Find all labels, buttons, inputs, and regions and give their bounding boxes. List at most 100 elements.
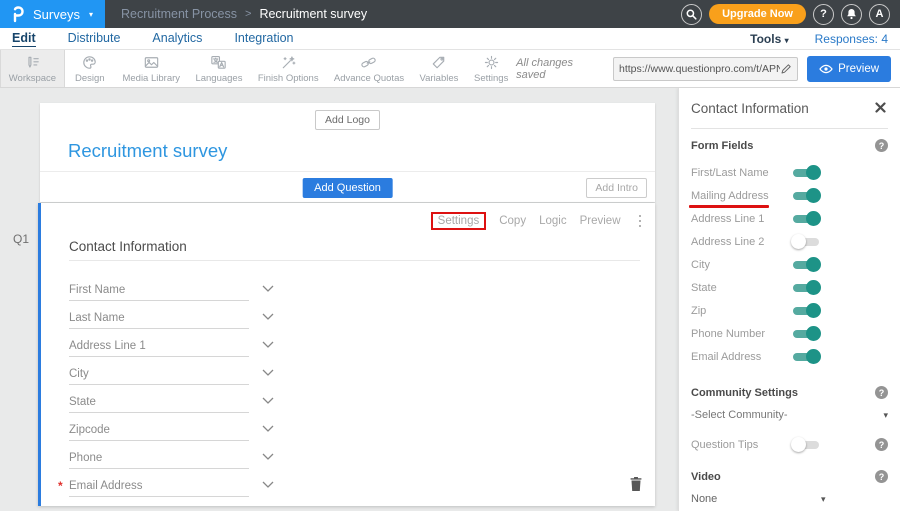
- product-menu-label: Surveys: [33, 7, 80, 22]
- toggle-row-city: City: [691, 253, 888, 276]
- search-icon: [686, 9, 697, 20]
- toolbar-item-variables[interactable]: Variables: [412, 50, 466, 87]
- video-select[interactable]: None ▾: [691, 493, 888, 505]
- chevron-down-icon[interactable]: [262, 425, 274, 432]
- toggle-zip[interactable]: [791, 303, 821, 318]
- question-title[interactable]: Contact Information: [69, 239, 187, 254]
- edit-url-pencil-icon[interactable]: [780, 63, 792, 75]
- field-row-address-line-1[interactable]: Address Line 1: [69, 336, 249, 357]
- top-bar: Surveys ▾ Recruitment Process > Recruitm…: [0, 0, 900, 28]
- divider: [691, 128, 888, 129]
- languages-icon: [209, 53, 228, 72]
- product-menu[interactable]: Surveys ▾: [0, 0, 105, 28]
- settings-panel: Contact Information Form Fields ? First/…: [678, 88, 900, 511]
- toggle-first-last-name[interactable]: [791, 165, 821, 180]
- help-icon[interactable]: ?: [875, 386, 888, 399]
- help-icon[interactable]: ?: [875, 470, 888, 483]
- field-row-email-address[interactable]: * Email Address: [69, 476, 249, 497]
- tab-edit[interactable]: Edit: [12, 31, 36, 47]
- toggle-address-line-2[interactable]: [791, 234, 821, 249]
- survey-url-input[interactable]: [619, 63, 780, 75]
- avatar[interactable]: A: [869, 4, 890, 25]
- chevron-down-icon[interactable]: [262, 341, 274, 348]
- question-copy-button[interactable]: Copy: [499, 215, 526, 227]
- chevron-down-icon[interactable]: [262, 369, 274, 376]
- tab-integration[interactable]: Integration: [234, 31, 293, 46]
- breadcrumb-current: Recruitment survey: [259, 7, 367, 21]
- kebab-menu-icon[interactable]: [637, 213, 644, 230]
- toolbar-item-workspace[interactable]: Workspace: [0, 50, 65, 87]
- notifications-button[interactable]: [841, 4, 862, 25]
- chevron-down-icon[interactable]: [262, 313, 274, 320]
- add-intro-button[interactable]: Add Intro: [586, 178, 647, 198]
- chevron-down-icon[interactable]: [262, 481, 274, 488]
- chevron-down-icon[interactable]: [262, 285, 274, 292]
- question-settings-button[interactable]: Settings: [431, 212, 487, 230]
- field-row-last-name[interactable]: Last Name: [69, 308, 249, 329]
- question-preview-button[interactable]: Preview: [580, 215, 621, 227]
- toggle-city[interactable]: [791, 257, 821, 272]
- add-logo-button[interactable]: Add Logo: [315, 110, 380, 130]
- close-icon: [875, 102, 886, 113]
- toggle-row-address-line-1: Address Line 1: [691, 207, 888, 230]
- add-question-button[interactable]: Add Question: [302, 178, 393, 198]
- preview-button[interactable]: Preview: [807, 56, 891, 82]
- help-icon[interactable]: ?: [875, 139, 888, 152]
- toolbar-item-finish-options[interactable]: Finish Options: [250, 50, 326, 87]
- variables-icon: [429, 53, 448, 72]
- toggle-row-phone-number: Phone Number: [691, 322, 888, 345]
- toggle-row-zip: Zip: [691, 299, 888, 322]
- survey-nav: Edit Distribute Analytics Integration To…: [0, 28, 900, 50]
- chevron-down-icon[interactable]: [262, 453, 274, 460]
- upgrade-now-button[interactable]: Upgrade Now: [709, 4, 806, 24]
- chevron-down-icon[interactable]: [262, 397, 274, 404]
- field-row-city[interactable]: City: [69, 364, 249, 385]
- toggle-email-address[interactable]: [791, 349, 821, 364]
- survey-title[interactable]: Recruitment survey: [68, 140, 655, 162]
- search-button[interactable]: [681, 4, 702, 25]
- question-logic-button[interactable]: Logic: [539, 215, 567, 227]
- help-button[interactable]: ?: [813, 4, 834, 25]
- caret-down-icon: ▾: [883, 410, 888, 421]
- toolbar-item-settings[interactable]: Settings: [466, 50, 516, 87]
- toolbar-item-languages[interactable]: Languages: [188, 50, 251, 87]
- toggle-row-address-line-2: Address Line 2: [691, 230, 888, 253]
- toolbar-item-design[interactable]: Design: [65, 50, 115, 87]
- tab-analytics[interactable]: Analytics: [152, 31, 202, 46]
- field-row-state[interactable]: State: [69, 392, 249, 413]
- toggle-question-tips[interactable]: [791, 437, 821, 452]
- help-icon[interactable]: ?: [875, 438, 888, 451]
- survey-url-box: [613, 57, 798, 81]
- chevron-down-icon: ▾: [785, 36, 789, 45]
- tab-distribute[interactable]: Distribute: [68, 31, 121, 46]
- field-row-phone[interactable]: Phone: [69, 448, 249, 469]
- toggle-row-question-tips: Question Tips ?: [691, 433, 888, 456]
- toggle-row-email-address: Email Address: [691, 345, 888, 368]
- finish-options-icon: [279, 53, 298, 72]
- settings-icon: [482, 53, 501, 72]
- toolbar-item-advance-quotas[interactable]: Advance Quotas: [326, 50, 411, 87]
- field-row-first-name[interactable]: First Name: [69, 280, 249, 301]
- workspace-icon: [23, 53, 42, 72]
- toggle-state[interactable]: [791, 280, 821, 295]
- breadcrumb-parent[interactable]: Recruitment Process: [121, 7, 237, 21]
- close-panel-button[interactable]: [873, 99, 888, 118]
- tools-menu[interactable]: Tools ▾: [750, 32, 788, 46]
- toggle-mailing-address[interactable]: [791, 188, 821, 203]
- community-select[interactable]: -Select Community- ▾: [691, 409, 888, 421]
- editor-toolbar: Workspace Design Media Library Languages…: [0, 50, 900, 88]
- survey-header-card: Add Logo Recruitment survey Add Question…: [40, 103, 655, 202]
- caret-down-icon: ▾: [821, 494, 826, 505]
- delete-question-button[interactable]: [629, 476, 643, 495]
- toggle-row-mailing-address: Mailing Address: [691, 184, 888, 207]
- question-number: Q1: [13, 232, 29, 246]
- toolbar-item-media-library[interactable]: Media Library: [115, 50, 188, 87]
- divider: [69, 260, 640, 261]
- topbar-actions: Upgrade Now ? A: [681, 0, 900, 28]
- media-library-icon: [142, 53, 161, 72]
- form-fields-list: First Name Last Name Address Line 1 City: [69, 280, 249, 504]
- responses-link[interactable]: Responses: 4: [815, 32, 888, 46]
- toggle-phone-number[interactable]: [791, 326, 821, 341]
- toggle-address-line-1[interactable]: [791, 211, 821, 226]
- field-row-zipcode[interactable]: Zipcode: [69, 420, 249, 441]
